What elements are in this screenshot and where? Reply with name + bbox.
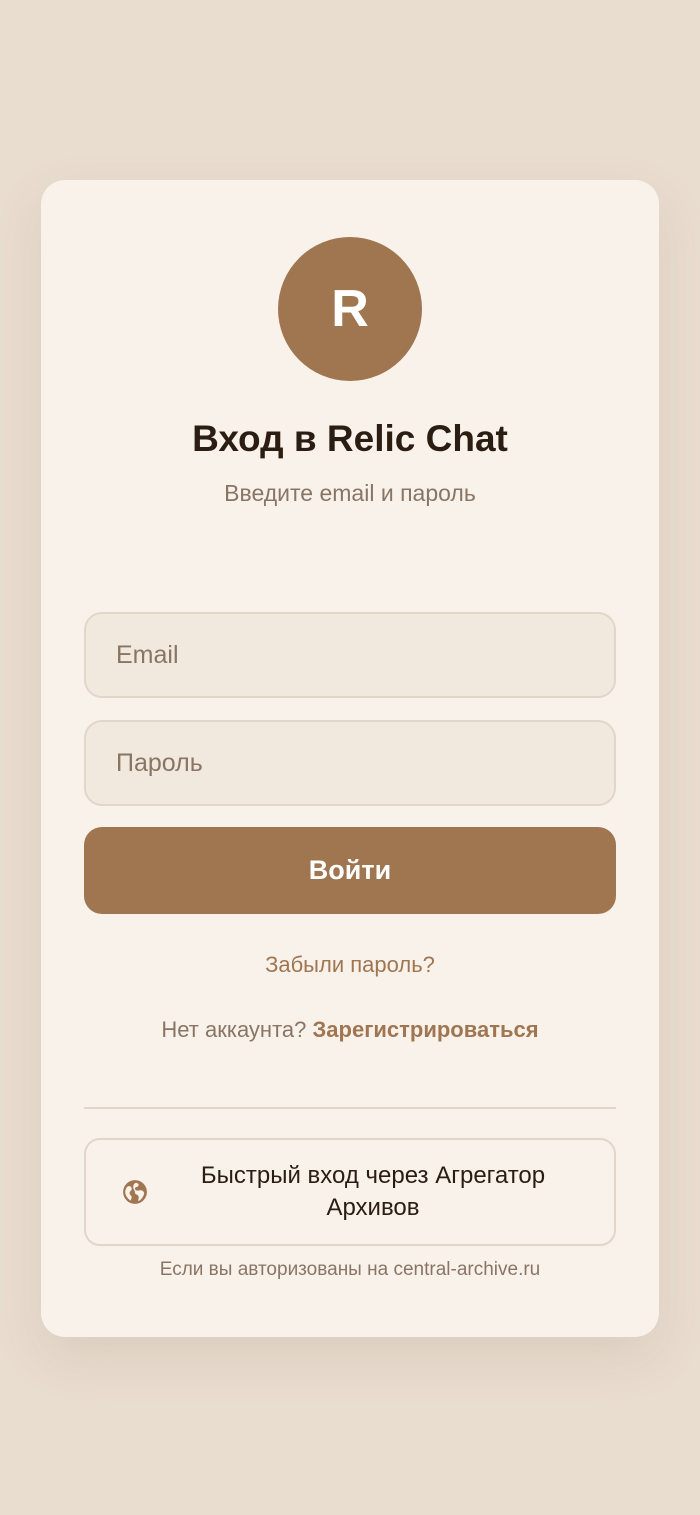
register-link[interactable]: Зарегистрироваться [313,1017,539,1042]
forgot-password-link[interactable]: Забыли пароль? [41,952,659,978]
register-row: Нет аккаунта? Зарегистрироваться [41,1017,659,1043]
login-card: R Вход в Relic Chat Введите email и паро… [41,180,659,1337]
divider [84,1107,616,1109]
login-button[interactable]: Войти [84,827,616,914]
page-subtitle: Введите email и пароль [224,480,476,506]
page-title: Вход в Relic Chat [192,418,508,459]
aggregator-label: Быстрый вход через Агрегатор Архивов [200,1162,546,1221]
logo-letter: R [331,280,369,338]
password-field[interactable] [84,720,616,806]
aggregator-hint: Если вы авторизованы на central-archive.… [159,1259,541,1280]
aggregator-login-button[interactable]: Быстрый вход через Агрегатор Архивов [84,1138,616,1246]
email-field[interactable] [84,612,616,698]
app-logo-avatar: R [278,237,422,381]
globe-icon [122,1179,148,1205]
no-account-text: Нет аккаунта? [161,1017,307,1042]
